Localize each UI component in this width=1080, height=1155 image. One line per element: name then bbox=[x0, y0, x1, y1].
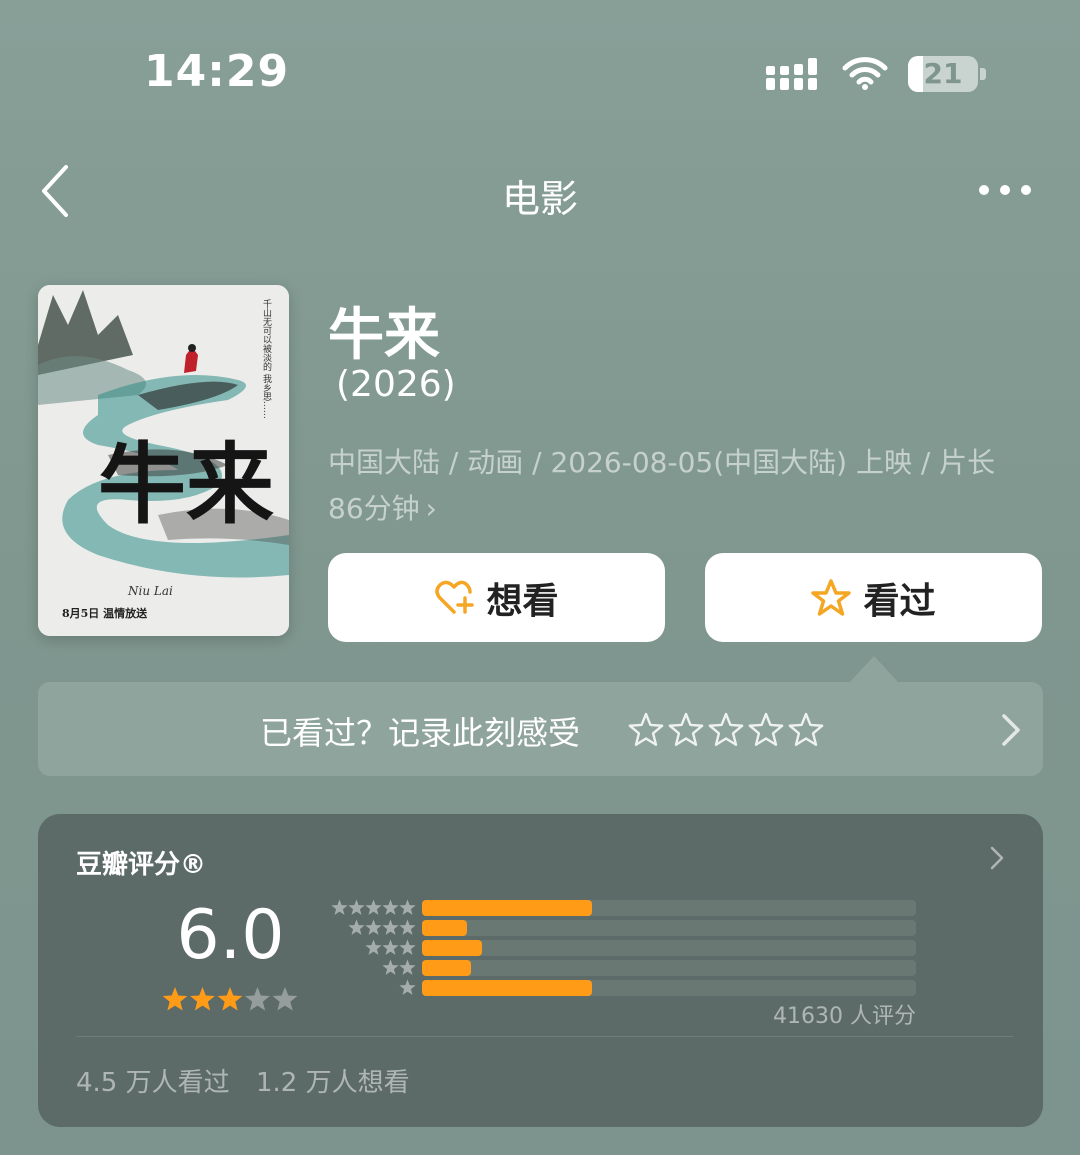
rating-header: 豆瓣评分® bbox=[76, 850, 207, 880]
want-count: 1.2 万人想看 bbox=[256, 1068, 410, 1098]
distribution-bar-5-star bbox=[422, 900, 592, 916]
signal-icon bbox=[766, 58, 817, 90]
poster-title-char-1: 牛来 bbox=[98, 432, 274, 536]
distribution-row-5-star bbox=[320, 898, 920, 918]
watched-button[interactable]: 看过 bbox=[705, 553, 1042, 642]
distribution-stars bbox=[331, 899, 416, 915]
panel-pointer bbox=[850, 656, 898, 682]
page-title: 电影 bbox=[501, 177, 578, 221]
battery-level: 21 bbox=[923, 57, 963, 90]
divider bbox=[76, 1036, 1013, 1037]
poster-release-note: 8月5日 温情放送 bbox=[62, 606, 148, 620]
score-star-1 bbox=[162, 987, 188, 1011]
distribution-bar-4-star bbox=[422, 920, 467, 936]
distribution-row-1-star bbox=[320, 978, 920, 998]
record-feeling-panel[interactable]: 已看过？记录此刻感受 bbox=[38, 682, 1043, 776]
distribution-stars bbox=[348, 919, 416, 935]
star-outline-icon bbox=[811, 578, 852, 616]
movie-title: 牛来 bbox=[328, 303, 440, 368]
score-star-3 bbox=[217, 987, 243, 1011]
chevron-right-icon: › bbox=[425, 492, 437, 525]
want-to-watch-label: 想看 bbox=[486, 580, 559, 622]
distribution-stars bbox=[365, 939, 416, 955]
status-bar: 14:29 21 bbox=[0, 0, 1080, 150]
rate-star-5[interactable] bbox=[788, 712, 824, 746]
rate-star-4[interactable] bbox=[748, 712, 784, 746]
distribution-track bbox=[422, 900, 916, 916]
more-dots-icon[interactable] bbox=[976, 178, 1034, 202]
record-prompt: 已看过？记录此刻感受 bbox=[260, 714, 581, 752]
movie-meta-link[interactable]: 中国大陆 / 动画 / 2026-08-05(中国大陆) 上映 / 片长86分钟… bbox=[328, 440, 1028, 532]
watched-label: 看过 bbox=[863, 580, 936, 622]
rate-star-1[interactable] bbox=[628, 712, 664, 746]
heart-plus-icon bbox=[435, 580, 475, 614]
distribution-row-3-star bbox=[320, 938, 920, 958]
rating-score: 6.0 bbox=[176, 896, 285, 975]
distribution-stars bbox=[399, 979, 416, 995]
chevron-right-icon bbox=[1002, 714, 1020, 746]
distribution-track bbox=[422, 920, 916, 936]
poster-artwork: 牛来 Niu Lai 8月5日 温情放送 千山无可以被淡的 我乡思…… bbox=[38, 285, 289, 636]
score-star-2 bbox=[190, 987, 215, 1011]
want-to-watch-button[interactable]: 想看 bbox=[328, 553, 665, 642]
rate-star-2[interactable] bbox=[668, 712, 704, 746]
score-star-5 bbox=[272, 987, 298, 1011]
distribution-row-4-star bbox=[320, 918, 920, 938]
rating-count: 41630 人评分 bbox=[773, 1004, 916, 1029]
rate-star-3[interactable] bbox=[708, 712, 744, 746]
chevron-right-icon[interactable] bbox=[988, 844, 1006, 872]
distribution-bar-2-star bbox=[422, 960, 471, 976]
distribution-row-2-star bbox=[320, 958, 920, 978]
score-star-4 bbox=[245, 987, 270, 1011]
status-time: 14:29 bbox=[144, 46, 290, 97]
distribution-track bbox=[422, 940, 916, 956]
distribution-bar-1-star bbox=[422, 980, 593, 996]
distribution-track bbox=[422, 980, 916, 996]
movie-year: (2026) bbox=[336, 364, 456, 405]
distribution-bar-3-star bbox=[422, 940, 482, 956]
distribution-track bbox=[422, 960, 916, 976]
wifi-icon bbox=[842, 57, 888, 90]
rating-stars-input[interactable] bbox=[626, 710, 826, 750]
poster-title-latin: Niu Lai bbox=[127, 584, 173, 598]
seen-count: 4.5 万人看过 bbox=[76, 1068, 230, 1098]
score-stars bbox=[162, 987, 298, 1011]
battery-icon: 21 bbox=[908, 56, 986, 92]
movie-poster[interactable]: 牛来 Niu Lai 8月5日 温情放送 千山无可以被淡的 我乡思…… bbox=[38, 285, 289, 636]
poster-vertical-text: 千山无可以被淡的 我乡思…… bbox=[261, 299, 272, 419]
distribution-stars bbox=[382, 959, 416, 975]
douban-rating-card[interactable]: 豆瓣评分® 6.0 41630 人评分 4.5 万人看过 1.2 万人想看 bbox=[38, 814, 1043, 1127]
